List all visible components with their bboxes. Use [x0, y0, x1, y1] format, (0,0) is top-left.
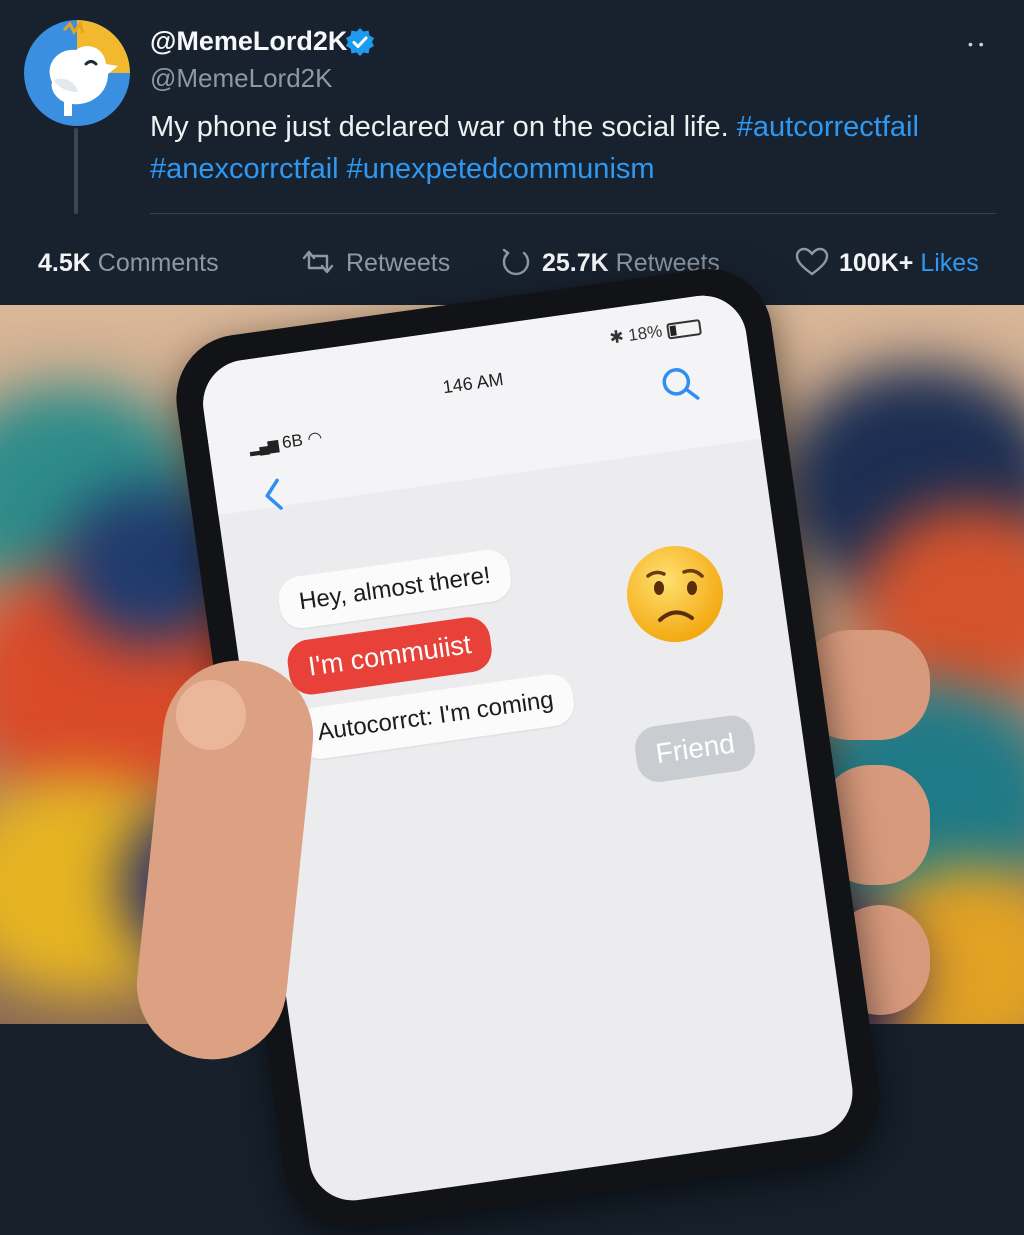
hashtag-link[interactable]: #autcorrectfail — [737, 111, 919, 143]
battery-status: ✱ 18% — [608, 316, 702, 349]
battery-icon — [665, 318, 702, 340]
chevron-left-icon[interactable] — [259, 476, 288, 515]
divider — [150, 213, 996, 214]
comments-stat[interactable]: 4.5K Comments — [38, 246, 219, 280]
likes-stat[interactable]: 100K+ Likes — [795, 246, 979, 280]
wifi-icon: ◠ — [306, 427, 324, 449]
thumbnail-nail — [176, 680, 246, 750]
signal-carrier: ▂▄▆ 6B ◠ — [248, 428, 324, 458]
hashtag-link[interactable]: #unexpetedcommunism — [347, 153, 655, 185]
worried-face-emoji — [627, 546, 723, 642]
retweets-count: 25.7K — [542, 249, 609, 277]
tweet-card: @MemeLord2K • • @MemeLord2K My phone jus… — [0, 0, 1024, 305]
comments-count: 4.5K — [38, 249, 91, 277]
likes-count: 100K+ — [839, 249, 914, 277]
bluetooth-icon: ✱ — [608, 326, 626, 348]
status-time: 146 AM — [441, 368, 505, 398]
comments-label: Comments — [97, 249, 219, 277]
search-icon[interactable] — [657, 362, 702, 407]
tweet-text: My phone just declared war on the social… — [150, 106, 1010, 190]
retweets-stat[interactable]: Retweets — [300, 246, 450, 280]
avatar[interactable] — [24, 20, 130, 126]
tweet-body: My phone just declared war on the social… — [150, 111, 729, 143]
signal-icon: ▂▄▆ — [248, 436, 279, 456]
more-options-icon[interactable]: • • — [968, 36, 985, 52]
display-name[interactable]: @MemeLord2K — [150, 26, 347, 57]
heart-icon — [795, 248, 829, 276]
retweet-icon — [302, 251, 334, 274]
thread-line — [74, 128, 78, 214]
bird-avatar-icon — [24, 20, 130, 126]
verified-badge-icon — [346, 28, 374, 56]
hashtag-link[interactable]: #anexcorrctfail — [150, 153, 339, 185]
retweets-label: Retweets — [346, 249, 451, 277]
message-bubble[interactable]: Hey, almost there! — [275, 547, 514, 631]
message-bubble-sent[interactable]: Friend — [632, 712, 759, 785]
message-bubble-highlighted[interactable]: I'm commuiist — [284, 614, 495, 698]
retweet-circle-icon — [502, 249, 530, 276]
battery-percent: 18% — [627, 321, 664, 345]
carrier-label: 6B — [280, 430, 305, 453]
user-handle[interactable]: @MemeLord2K — [150, 63, 332, 94]
likes-label: Likes — [920, 249, 979, 277]
